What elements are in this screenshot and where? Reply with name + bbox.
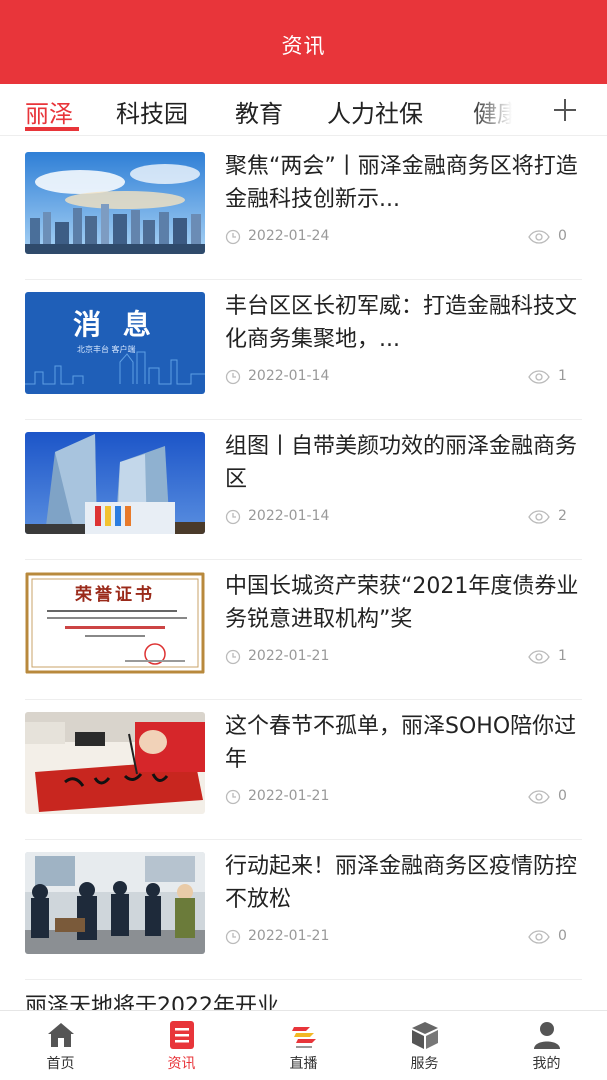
news-date: 2022-01-24	[248, 228, 330, 244]
clock-icon	[225, 789, 241, 805]
news-title: 组图丨自带美颜功效的丽泽金融商务区	[225, 434, 578, 492]
clock-icon	[225, 929, 241, 945]
nav-label: 我的	[532, 1056, 561, 1072]
nav-profile[interactable]: 我的	[486, 1011, 607, 1080]
eye-icon	[528, 230, 550, 244]
eye-icon	[528, 790, 550, 804]
nav-news[interactable]: 资讯	[121, 1011, 242, 1080]
news-date: 2022-01-21	[248, 648, 330, 664]
news-item[interactable]: 聚焦“两会”丨丽泽金融商务区将打造金融科技创新示... 2022-01-24 0	[25, 140, 582, 280]
nav-label: 直播	[289, 1056, 318, 1072]
news-date: 2022-01-21	[248, 788, 330, 804]
news-meta: 2022-01-21 0	[225, 926, 570, 950]
app-header: 资讯	[0, 0, 607, 84]
clock-icon	[225, 229, 241, 245]
view-count: 0	[558, 788, 567, 804]
active-tab-indicator	[25, 127, 79, 131]
tab-education[interactable]: 教育	[235, 94, 283, 129]
clock-icon	[225, 509, 241, 525]
news-thumbnail	[25, 432, 205, 534]
add-tab-button[interactable]	[545, 88, 585, 132]
news-date: 2022-01-14	[248, 508, 330, 524]
nav-label: 资讯	[167, 1056, 196, 1072]
news-meta: 2022-01-21 1	[225, 646, 570, 670]
view-count: 2	[558, 508, 567, 524]
eye-icon	[528, 510, 550, 524]
clock-icon	[225, 649, 241, 665]
news-item[interactable]: 行动起来！丽泽金融商务区疫情防控不放松 2022-01-21 0	[25, 840, 582, 980]
news-date: 2022-01-14	[248, 368, 330, 384]
news-meta: 2022-01-24 0	[225, 226, 570, 250]
bottom-nav: 首页 资讯 直播 服务 我的	[0, 1010, 607, 1080]
news-title: 行动起来！丽泽金融商务区疫情防控不放松	[225, 854, 578, 912]
view-count: 0	[558, 228, 567, 244]
news-title: 中国长城资产荣获“2021年度债券业务锐意进取机构”奖	[225, 574, 579, 632]
view-count: 1	[558, 368, 567, 384]
news-icon	[170, 1021, 194, 1049]
news-item[interactable]: 组图丨自带美颜功效的丽泽金融商务区 2022-01-14 2	[25, 420, 582, 560]
news-thumbnail	[25, 152, 205, 254]
box-icon	[412, 1022, 438, 1049]
tab-lize[interactable]: 丽泽	[25, 94, 73, 129]
news-item[interactable]: 这个春节不孤单，丽泽SOHO陪你过年 2022-01-21 0	[25, 700, 582, 840]
eye-icon	[528, 370, 550, 384]
news-thumbnail	[25, 712, 205, 814]
news-item-partial[interactable]: 丽泽天地将于2022年开业	[25, 990, 582, 1012]
news-title: 丽泽天地将于2022年开业	[25, 994, 279, 1012]
news-thumbnail: 消 息 北京丰台 客户端	[25, 292, 205, 394]
news-item[interactable]: 消 息 北京丰台 客户端 丰台区区长初军威：打造金融科技文化商务集聚地，... …	[25, 280, 582, 420]
plus-icon	[554, 99, 576, 121]
eye-icon	[528, 930, 550, 944]
clock-icon	[225, 369, 241, 385]
news-thumbnail: 荣誉证书	[25, 572, 205, 674]
view-count: 1	[558, 648, 567, 664]
thumb-main-text: 荣誉证书	[74, 584, 155, 605]
news-title: 这个春节不孤单，丽泽SOHO陪你过年	[225, 714, 577, 772]
news-title: 聚焦“两会”丨丽泽金融商务区将打造金融科技创新示...	[225, 154, 578, 212]
news-date: 2022-01-21	[248, 928, 330, 944]
news-meta: 2022-01-14 2	[225, 506, 570, 530]
news-meta: 2022-01-21 0	[225, 786, 570, 810]
nav-home[interactable]: 首页	[0, 1011, 121, 1080]
view-count: 0	[558, 928, 567, 944]
page-title: 资讯	[281, 34, 326, 58]
news-item[interactable]: 荣誉证书 中国长城资产荣获“2021年度债券业务锐意进取机构”奖 2022-01…	[25, 560, 582, 700]
live-logo-icon	[292, 1027, 316, 1048]
thumb-sub-text: 北京丰台 客户端	[77, 344, 136, 354]
tab-hr-social-security[interactable]: 人力社保	[327, 94, 423, 129]
nav-live[interactable]: 直播	[243, 1011, 364, 1080]
tab-science-park[interactable]: 科技园	[116, 94, 188, 129]
user-icon	[534, 1022, 560, 1049]
home-icon	[48, 1023, 74, 1047]
news-thumbnail	[25, 852, 205, 954]
nav-label: 首页	[46, 1056, 75, 1072]
news-meta: 2022-01-14 1	[225, 366, 570, 390]
news-title: 丰台区区长初军威：打造金融科技文化商务集聚地，...	[225, 294, 578, 352]
thumb-main-text: 消 息	[73, 308, 157, 341]
eye-icon	[528, 650, 550, 664]
tab-scroll-fade	[470, 86, 540, 134]
nav-label: 服务	[410, 1056, 439, 1072]
nav-service[interactable]: 服务	[364, 1011, 485, 1080]
